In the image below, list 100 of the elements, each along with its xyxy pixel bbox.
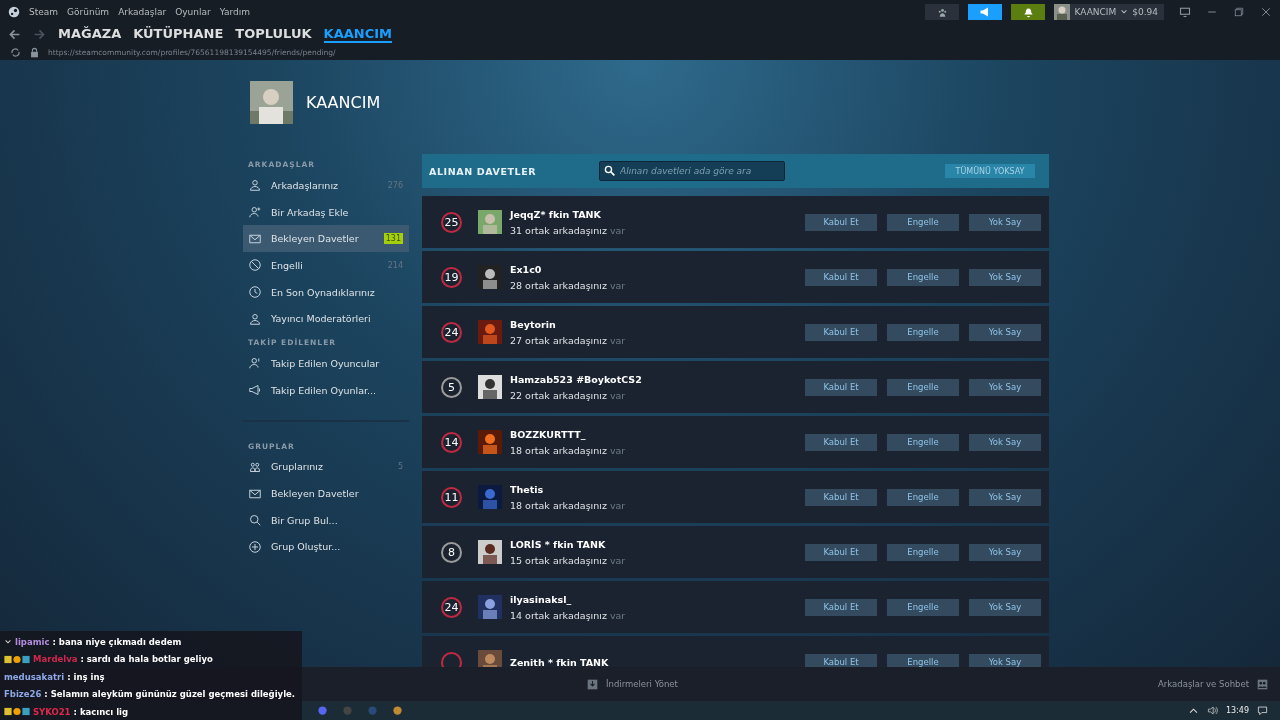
sidebar-item[interactable]: Yayıncı Moderatörleri [243, 305, 409, 333]
sidebar-label: Engelli [271, 259, 304, 271]
friend-name[interactable]: Thetis [510, 483, 805, 495]
notification-icon[interactable] [1257, 705, 1268, 716]
invite-action-button[interactable]: Engelle [887, 268, 959, 286]
announcements-button[interactable] [968, 4, 1003, 20]
invite-action-button[interactable]: Engelle [887, 488, 959, 506]
sidebar-item[interactable]: Bekleyen Davetler 131 [243, 225, 409, 253]
invite-action-button[interactable]: Kabul Et [805, 213, 877, 231]
menu-item[interactable]: Steam [29, 7, 59, 17]
download-icon[interactable] [587, 678, 598, 690]
invite-action-button[interactable]: Kabul Et [805, 433, 877, 451]
chevron-icon [4, 637, 12, 646]
item-count: 5 [397, 462, 403, 472]
invite-action-button[interactable]: Kabul Et [805, 268, 877, 286]
sidebar-icon [249, 460, 261, 473]
invite-action-button[interactable]: Engelle [887, 598, 959, 616]
level-badge: 24 [441, 321, 462, 343]
invite-action-button[interactable]: Yok Say [969, 433, 1041, 451]
search-field[interactable]: Alınan davetleri ada göre ara [599, 161, 785, 181]
friend-name[interactable]: JeqqZ* fkin TANK [510, 208, 805, 220]
sidebar-label: Arkadaşlarınız [271, 179, 339, 191]
monitor-icon[interactable] [1179, 6, 1191, 18]
friend-name[interactable]: ilyasinaksl_ [510, 593, 805, 605]
friend-name[interactable]: Zenith * fkin TANK [510, 656, 805, 667]
restore-icon[interactable] [1233, 6, 1245, 18]
invite-action-button[interactable]: Engelle [887, 543, 959, 561]
invite-action-button[interactable]: Kabul Et [805, 598, 877, 616]
sidebar-label: Takip Edilen Oyuncular [271, 357, 381, 369]
sidebar-icon [249, 384, 261, 397]
sidebar-item[interactable]: En Son Oynadıklarınız [243, 278, 409, 306]
invite-action-button[interactable]: Engelle [887, 378, 959, 396]
sidebar-label: Gruplarınız [271, 461, 324, 473]
friend-name[interactable]: LORİS * fkin TANK [510, 538, 805, 550]
friends-chat-link[interactable]: Arkadaşlar ve Sohbet [1158, 679, 1249, 689]
sidebar-icon [249, 487, 261, 500]
nav-tab[interactable]: KAANCIM [323, 25, 392, 43]
mutual-friends-text: 31 ortak arkadaşınız var [510, 224, 627, 236]
sidebar-item[interactable]: Bir Arkadaş Ekle [243, 198, 409, 226]
chat-username: lipamic [15, 636, 50, 647]
notifications-button[interactable] [1011, 4, 1046, 20]
close-icon[interactable] [1260, 6, 1272, 18]
sidebar-item[interactable]: Grup Oluştur... [243, 533, 409, 561]
sidebar-item[interactable]: Takip Edilen Oyuncular [243, 350, 409, 377]
clock[interactable]: 13:49 [1225, 706, 1249, 715]
reload-icon[interactable] [10, 46, 21, 58]
invite-action-button[interactable]: Yok Say [969, 488, 1041, 506]
bell-icon [1023, 6, 1034, 18]
sidebar-item[interactable]: Arkadaşlarınız 276 [243, 172, 409, 199]
invite-action-button[interactable]: Engelle [887, 433, 959, 451]
invite-action-button[interactable]: Kabul Et [805, 323, 877, 341]
search-icon [604, 165, 615, 176]
invite-action-button[interactable]: Yok Say [969, 323, 1041, 341]
invite-action-button[interactable]: Kabul Et [805, 488, 877, 506]
menu-item[interactable]: Görünüm [67, 7, 110, 17]
account-menu[interactable]: KAANCIM $0.94 [1054, 4, 1164, 20]
invite-action-button[interactable]: Engelle [887, 323, 959, 341]
friend-name[interactable]: Ex1c0 [510, 263, 805, 275]
sidebar-item[interactable]: Bekleyen Davetler [243, 480, 409, 507]
invite-action-button[interactable]: Yok Say [969, 213, 1041, 231]
sidebar-item[interactable]: Bir Grup Bul... [243, 506, 409, 534]
badge-icon [4, 707, 30, 717]
invite-action-button[interactable]: Kabul Et [805, 378, 877, 396]
friend-name[interactable]: Beytorin [510, 318, 805, 330]
friends-icon-button[interactable] [925, 4, 960, 20]
invite-action-button[interactable]: Yok Say [969, 378, 1041, 396]
steam-logo-icon [8, 6, 20, 18]
sidebar-item[interactable]: Gruplarınız 5 [243, 453, 409, 481]
chevron-up-icon[interactable] [1187, 705, 1199, 716]
invite-action-button[interactable]: Yok Say [969, 598, 1041, 616]
invite-action-button[interactable]: Yok Say [969, 268, 1041, 286]
friend-name[interactable]: BOZZKURTTT_ [510, 428, 805, 440]
item-count: 276 [387, 180, 403, 190]
menu-item[interactable]: Yardım [219, 7, 251, 17]
sidebar-item[interactable]: Takip Edilen Oyunlar... [243, 376, 409, 404]
chat-text: : bana niye çıkmadı dedem [52, 636, 182, 647]
friend-name[interactable]: Hamzab523 #BoykotCS2 [510, 373, 805, 385]
downloads-link[interactable]: İndirmeleri Yönet [606, 679, 678, 689]
sidebar-label: Bir Arkadaş Ekle [271, 206, 350, 218]
invite-action-button[interactable]: Kabul Et [805, 543, 877, 561]
invite-action-button[interactable]: Yok Say [969, 543, 1041, 561]
sidebar-icon [249, 286, 261, 299]
profile-name: KAANCIM [306, 93, 381, 112]
nav-tab[interactable]: MAĞAZA [58, 25, 122, 43]
sidebar-item[interactable]: Engelli 214 [243, 252, 409, 279]
wallet-balance: $0.94 [1132, 7, 1158, 17]
sidebar-label: Bir Grup Bul... [271, 514, 339, 526]
nav-tab[interactable]: TOPLULUK [235, 25, 312, 43]
invite-action-button[interactable]: Yok Say [969, 653, 1041, 667]
friends-icon[interactable] [1257, 678, 1268, 690]
speaker-icon[interactable] [1206, 705, 1218, 716]
taskbar-app-icon[interactable] [392, 705, 403, 716]
invite-action-button[interactable]: Engelle [887, 653, 959, 667]
menu-item[interactable]: Oyunlar [175, 7, 211, 17]
invite-action-button[interactable]: Engelle [887, 213, 959, 231]
back-arrow-icon[interactable] [8, 27, 21, 41]
nav-tab[interactable]: KÜTÜPHANE [133, 25, 224, 43]
taskbar-app-icon[interactable] [317, 705, 328, 716]
invite-action-button[interactable]: Kabul Et [805, 653, 877, 667]
menu-item[interactable]: Arkadaşlar [118, 7, 167, 17]
